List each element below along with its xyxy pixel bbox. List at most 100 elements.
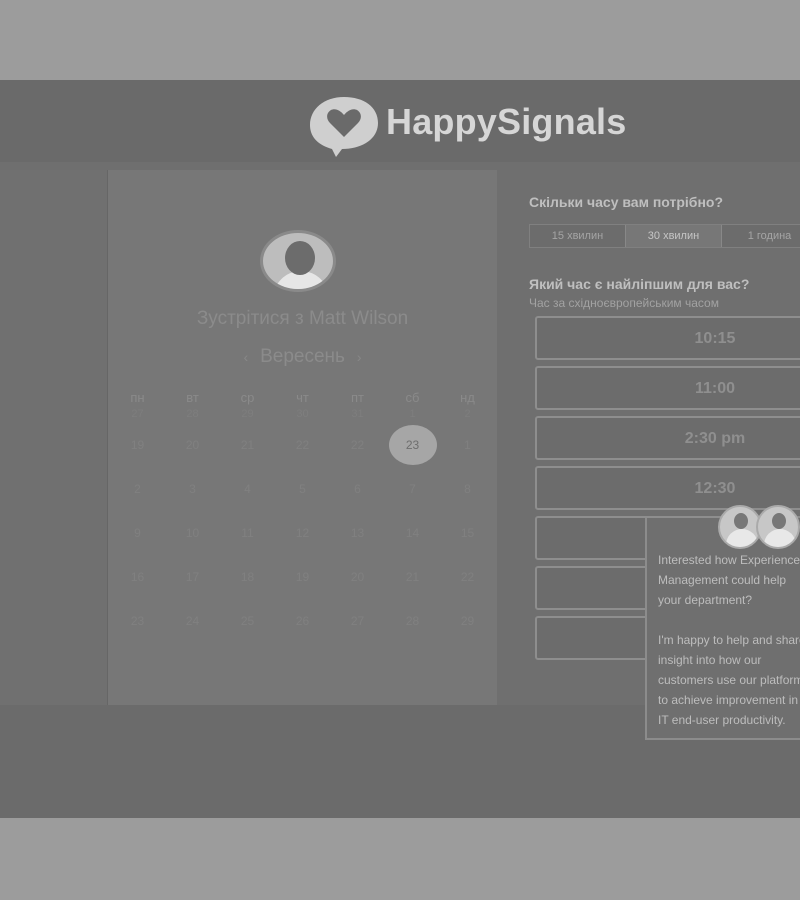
calendar-day[interactable]: 5	[275, 469, 330, 509]
calendar-day-number: 7	[409, 482, 416, 496]
calendar-day[interactable]: 27	[110, 406, 165, 422]
calendar-day-number: 1	[409, 408, 416, 420]
calendar-day[interactable]: 19	[275, 557, 330, 597]
calendar-day[interactable]: 22	[440, 557, 495, 597]
agent-avatar-body	[764, 529, 796, 547]
calendar-day[interactable]: 2	[110, 469, 165, 509]
duration-30-button[interactable]: 30 хвилин	[626, 225, 722, 247]
time-slot[interactable]: 10:15	[535, 316, 800, 360]
chat-message-1: Interested how Experience Management cou…	[658, 553, 800, 607]
calendar-day[interactable]: 22	[330, 425, 385, 465]
calendar-day-number: 1	[464, 438, 471, 452]
weekday-label: чт	[296, 390, 309, 405]
calendar-day[interactable]: 20	[330, 557, 385, 597]
calendar-day[interactable]: 3	[165, 469, 220, 509]
chat-message-2: I'm happy to help and share insight into…	[658, 633, 800, 727]
calendar-day[interactable]: 29	[220, 406, 275, 422]
calendar-day-number: 27	[350, 614, 365, 628]
duration-15-button[interactable]: 15 хвилин	[530, 225, 626, 247]
calendar-day-number: 24	[185, 614, 200, 628]
calendar-day[interactable]: 15	[440, 513, 495, 553]
calendar-day-number: 6	[354, 482, 361, 496]
calendar-day[interactable]: 21	[385, 557, 440, 597]
weekday-label: сб	[405, 390, 420, 405]
left-panel	[0, 170, 108, 705]
calendar-day[interactable]: 19	[110, 425, 165, 465]
calendar-day[interactable]: 18	[220, 557, 275, 597]
calendar-day-number: 20	[185, 438, 200, 452]
happysignals-logo[interactable]: HappySignals	[306, 94, 627, 157]
time-slot-label: 11:00	[694, 380, 736, 397]
calendar-day-number: 29	[460, 614, 475, 628]
time-slot[interactable]: 11:00	[535, 366, 800, 410]
calendar-day[interactable]: 2	[440, 406, 495, 422]
calendar-day[interactable]: 11	[220, 513, 275, 553]
month-label: Вересень	[260, 346, 345, 367]
duration-question: Скільки часу вам потрібно?	[529, 194, 724, 210]
host-avatar	[260, 230, 336, 292]
duration-60-button[interactable]: 1 година	[722, 225, 800, 247]
time-slot-label: 2:30 pm	[684, 430, 746, 447]
calendar-day[interactable]: 27	[330, 601, 385, 641]
calendar-day[interactable]: 13	[330, 513, 385, 553]
time-slot[interactable]: 12:30	[535, 466, 800, 510]
calendar-day-number: 30	[296, 408, 309, 420]
calendar-day[interactable]: 25	[220, 601, 275, 641]
calendar-day[interactable]: 10	[165, 513, 220, 553]
calendar-day[interactable]: 26	[275, 601, 330, 641]
calendar-day-number: 5	[299, 482, 306, 496]
calendar-day-number: 22	[295, 438, 310, 452]
calendar-day[interactable]: 6	[330, 469, 385, 509]
calendar-day[interactable]: 24	[165, 601, 220, 641]
calendar-day-number: 27	[131, 408, 144, 420]
calendar-day[interactable]: 14	[385, 513, 440, 553]
calendar-day[interactable]: 1	[440, 425, 495, 465]
calendar-day[interactable]: 8	[440, 469, 495, 509]
calendar-day-number: 13	[350, 526, 365, 540]
calendar-day-number: 28	[186, 408, 199, 420]
month-navigation: ‹ Вересень ›	[108, 346, 497, 368]
calendar-day-number: 21	[240, 438, 255, 452]
calendar-day[interactable]: 22	[275, 425, 330, 465]
weekday-header: пн вт ср чт пт сб нд	[108, 390, 497, 405]
time-slot-label: 12:30	[694, 480, 736, 497]
calendar-day[interactable]: 7	[385, 469, 440, 509]
time-slot-label: 10:15	[694, 330, 736, 347]
calendar-day[interactable]: 9	[110, 513, 165, 553]
timezone-note: Час за східноєвропейським часом	[529, 296, 719, 310]
calendar-panel: Зустрітися з Matt Wilson ‹ Вересень › пн…	[108, 170, 497, 705]
calendar-day[interactable]: 21	[220, 425, 275, 465]
calendar-day[interactable]: 17	[165, 557, 220, 597]
next-month-button[interactable]: ›	[350, 349, 368, 365]
calendar-day[interactable]: 16	[110, 557, 165, 597]
calendar-day[interactable]: 31	[330, 406, 385, 422]
calendar-day[interactable]: 1	[385, 406, 440, 422]
time-slot[interactable]: 2:30 pm	[535, 416, 800, 460]
calendar-day-number: 23	[130, 614, 145, 628]
calendar-day-number: 19	[295, 570, 310, 584]
calendar-day-number: 17	[185, 570, 200, 584]
calendar-day[interactable]: 4	[220, 469, 275, 509]
weekday-label: пн	[130, 390, 145, 405]
calendar-day[interactable]: 23	[385, 425, 440, 465]
calendar-day-number: 16	[130, 570, 145, 584]
meeting-title: Зустрітися з Matt Wilson	[196, 308, 409, 329]
calendar-day[interactable]: 28	[165, 406, 220, 422]
calendar-day[interactable]: 23	[110, 601, 165, 641]
calendar-day-number: 20	[350, 570, 365, 584]
agent-avatar	[756, 505, 800, 549]
weekday-label: пт	[351, 390, 364, 405]
calendar-day[interactable]: 30	[275, 406, 330, 422]
calendar-week: 2 3 4 5 6 7 8	[108, 467, 497, 511]
calendar-week: 23 24 25 26 27 28 29	[108, 599, 497, 643]
calendar-day[interactable]: 29	[440, 601, 495, 641]
calendar-day[interactable]: 20	[165, 425, 220, 465]
heart-speech-bubble-icon	[310, 97, 378, 157]
brand-name: HappySignals	[386, 101, 627, 142]
prev-month-button[interactable]: ‹	[237, 349, 255, 365]
calendar-day-number: 18	[240, 570, 255, 584]
calendar-day[interactable]: 12	[275, 513, 330, 553]
weekday-label: нд	[460, 390, 475, 405]
calendar-day-number: 14	[405, 526, 420, 540]
calendar-day[interactable]: 28	[385, 601, 440, 641]
